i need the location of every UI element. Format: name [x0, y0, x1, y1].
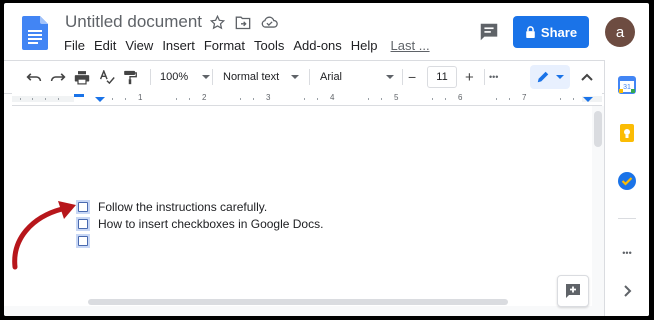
comment-history-icon[interactable]: [478, 21, 500, 43]
add-comment-icon: [566, 284, 580, 298]
vertical-scrollbar[interactable]: [594, 111, 602, 147]
right-indent-marker: [583, 97, 593, 102]
checklist-item-text: How to insert checkboxes in Google Docs.: [98, 217, 324, 231]
undo-button[interactable]: [26, 61, 42, 93]
avatar[interactable]: a: [605, 17, 635, 47]
chevron-up-icon: [581, 73, 593, 81]
font-value: Arial: [320, 71, 343, 83]
redo-button[interactable]: [50, 61, 66, 93]
menu-file[interactable]: File: [64, 38, 85, 53]
style-value: Normal text: [223, 71, 280, 83]
cloud-saved-icon[interactable]: [261, 16, 278, 29]
share-button[interactable]: Share: [513, 16, 589, 48]
ruler-mark-5: 5: [394, 93, 399, 102]
menu-edit[interactable]: Edit: [94, 38, 116, 53]
spellcheck-icon: [99, 69, 115, 84]
zoom-value: 100%: [160, 71, 189, 83]
avatar-letter: a: [615, 23, 625, 41]
menu-bar: File Edit View Insert Format Tools Add-o…: [64, 38, 439, 53]
annotation-arrow-icon: [12, 201, 76, 270]
calendar-icon[interactable]: 31: [618, 76, 636, 94]
more-tools-button[interactable]: •••: [489, 61, 498, 93]
print-icon: [74, 70, 90, 84]
font-select[interactable]: Arial: [320, 61, 395, 93]
menu-view[interactable]: View: [125, 38, 153, 53]
redo-icon: [50, 73, 66, 82]
paint-format-icon: [124, 70, 137, 84]
chevron-right-icon[interactable]: [618, 282, 636, 300]
side-panel-more-button[interactable]: •••: [618, 248, 636, 266]
print-button[interactable]: [74, 61, 90, 93]
undo-icon: [26, 73, 42, 82]
menu-tools[interactable]: Tools: [254, 38, 284, 53]
move-folder-icon[interactable]: [235, 15, 251, 30]
ruler-mark-4: 4: [330, 93, 335, 102]
explore-button[interactable]: [557, 275, 589, 307]
style-select[interactable]: Normal text: [223, 61, 300, 93]
share-label: Share: [540, 24, 578, 40]
docs-logo-icon[interactable]: [22, 16, 48, 50]
checklist-item[interactable]: How to insert checkboxes in Google Docs.: [76, 217, 323, 231]
ruler-mark-3: 3: [266, 93, 271, 102]
star-icon[interactable]: [210, 15, 225, 30]
spellcheck-button[interactable]: [99, 61, 115, 93]
first-line-indent-marker: [74, 94, 84, 97]
increase-font-size-button[interactable]: +: [465, 61, 474, 93]
tasks-icon[interactable]: [618, 172, 636, 190]
paint-format-button[interactable]: [123, 61, 137, 93]
ruler-mark-1: 1: [138, 93, 143, 102]
lock-icon: [526, 26, 535, 38]
font-size-value: 11: [436, 71, 448, 83]
ruler-ticks: [20, 94, 593, 102]
toolbar: 100% Normal text Arial − 11 + •••: [4, 60, 604, 94]
ruler-mark-7: 7: [522, 93, 527, 102]
menu-help[interactable]: Help: [351, 38, 378, 53]
last-edit-link[interactable]: Last ...: [391, 38, 430, 53]
document-title[interactable]: Untitled document: [65, 12, 202, 32]
menu-format[interactable]: Format: [204, 38, 245, 53]
font-size-field[interactable]: 11: [427, 61, 457, 93]
collapse-menus-button[interactable]: [581, 61, 593, 93]
menu-addons[interactable]: Add-ons: [293, 38, 341, 53]
ruler[interactable]: 1 2 3 4 5 6 7: [12, 93, 602, 106]
decrease-font-size-button[interactable]: −: [408, 61, 416, 93]
checklist-item[interactable]: Follow the instructions carefully.: [76, 200, 267, 214]
editing-mode-button[interactable]: [530, 65, 570, 89]
ruler-mark-6: 6: [458, 93, 463, 102]
app-window: Untitled document File Edit View Insert …: [4, 3, 649, 316]
ruler-mark-2: 2: [202, 93, 207, 102]
zoom-select[interactable]: 100%: [160, 61, 211, 93]
left-indent-marker: [95, 97, 105, 102]
menu-insert[interactable]: Insert: [162, 38, 195, 53]
svg-text:31: 31: [623, 84, 631, 91]
checklist-item-text: Follow the instructions carefully.: [98, 200, 268, 214]
horizontal-scrollbar[interactable]: [88, 299, 508, 305]
pencil-icon: [537, 71, 549, 83]
keep-icon[interactable]: [618, 124, 636, 142]
side-panel: 31 •••: [604, 60, 649, 316]
